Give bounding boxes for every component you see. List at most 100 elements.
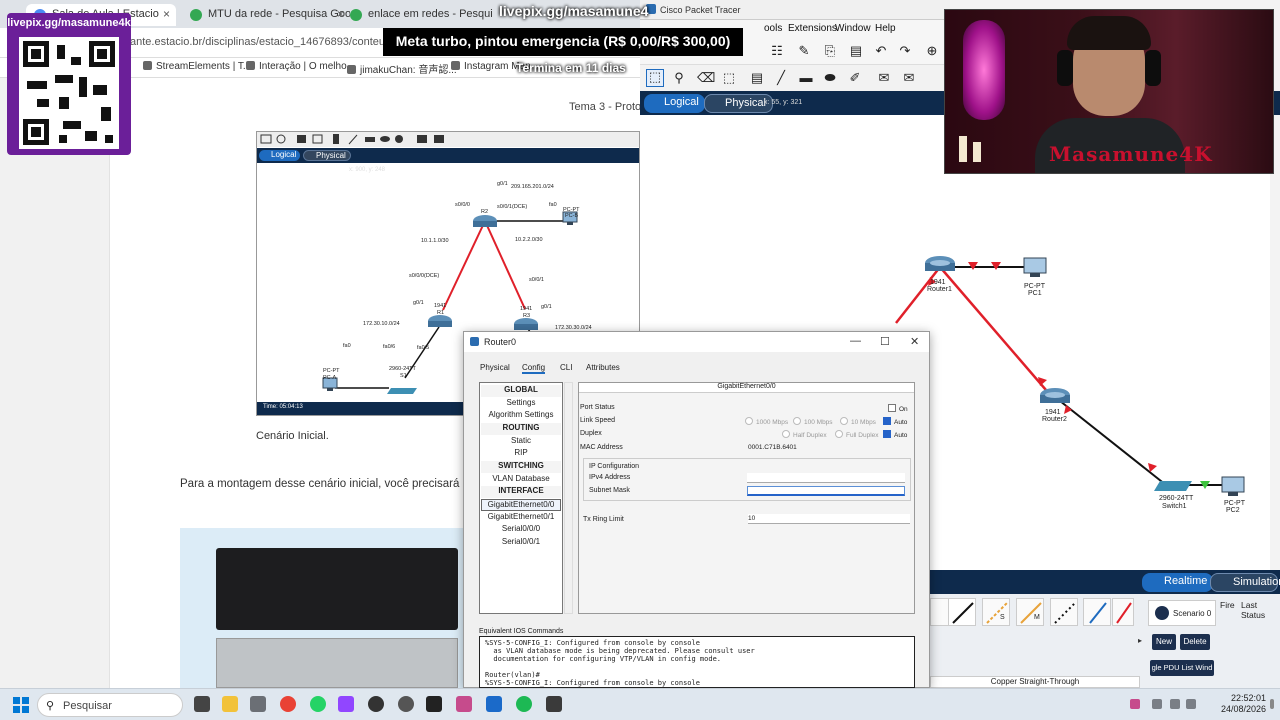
ios-commands-console[interactable]: %SYS-5-CONFIG_I: Configured from console… [479, 636, 915, 688]
nav-settings[interactable]: Settings [481, 398, 561, 410]
inspect-tool-icon[interactable]: ⚲ [672, 71, 686, 85]
speed-auto-checkbox[interactable]: Auto [883, 417, 907, 426]
spotify-icon[interactable] [516, 696, 532, 712]
undo-icon[interactable]: ↶ [874, 44, 888, 58]
browser-tab-mtu[interactable]: MTU da rede - Pesquisa Google × [182, 4, 350, 26]
nav-scrollbar[interactable] [564, 382, 573, 614]
github-icon[interactable] [398, 696, 414, 712]
nav-algorithm-settings[interactable]: Algorithm Settings [481, 410, 561, 422]
nav-vlan-database[interactable]: VLAN Database [481, 474, 561, 486]
livepix-url-overlay: livepix.gg/masamune4 [499, 3, 649, 19]
dialog-title: Router0 [484, 337, 517, 347]
draw-rectangle-icon[interactable]: ▬ [799, 71, 813, 85]
tab-physical[interactable]: Physical [480, 363, 510, 372]
taskbar-clock[interactable]: 22:52:01 24/08/2026 [1206, 693, 1266, 715]
bookmark-interacao[interactable]: Interação | O melho... [246, 61, 355, 72]
nav-rip[interactable]: RIP [481, 448, 561, 460]
bookmark-jimakuchan[interactable]: jimakuChan: 音声認... [347, 61, 457, 76]
app-icon[interactable] [546, 696, 562, 712]
select-tool-icon[interactable]: ⬚ [646, 69, 664, 87]
nav-gigabitethernet0-1[interactable]: GigabitEthernet0/1 [481, 512, 561, 524]
copper-cross-cable-icon[interactable]: S [982, 598, 1010, 626]
chrome-icon[interactable] [280, 696, 296, 712]
simple-pdu-icon[interactable]: ✉ [877, 71, 891, 85]
nav-gigabitethernet0-0[interactable]: GigabitEthernet0/0 [481, 499, 561, 511]
bookmark-streamelements[interactable]: StreamElements | T... [143, 61, 251, 72]
redo-icon[interactable]: ↷ [898, 44, 912, 58]
freeform-icon[interactable]: ✐ [848, 71, 862, 85]
whatsapp-icon[interactable] [310, 696, 326, 712]
ipv4-address-input[interactable] [747, 473, 905, 483]
close-tab-icon[interactable]: × [163, 7, 170, 21]
app-icon[interactable] [456, 696, 472, 712]
close-icon[interactable]: ✕ [910, 335, 919, 348]
tab-physical[interactable]: Physical [704, 94, 773, 113]
nav-static[interactable]: Static [481, 436, 561, 448]
nav-serial0-0-1[interactable]: Serial0/0/1 [481, 537, 561, 549]
delete-tool-icon[interactable]: ⌫ [697, 71, 715, 85]
resize-tool-icon[interactable]: ⬚ [722, 71, 736, 85]
wifi-icon[interactable] [1170, 699, 1180, 709]
terminal-icon[interactable] [426, 696, 442, 712]
menu-help[interactable]: Help [875, 23, 896, 34]
speed-10-radio[interactable]: 10 Mbps [840, 417, 876, 426]
simulation-mode-button[interactable]: Simulation [1210, 573, 1280, 592]
speed-1000-radio[interactable]: 1000 Mbps [745, 417, 788, 426]
draw-line-icon[interactable]: ╱ [774, 71, 788, 85]
tx-ring-limit-input[interactable]: 10 [748, 514, 910, 524]
obs-icon[interactable] [368, 696, 384, 712]
tab-cli[interactable]: CLI [560, 363, 572, 372]
tray-app-icon[interactable] [1130, 699, 1140, 709]
volume-icon[interactable] [1186, 699, 1196, 709]
file-explorer-icon[interactable] [222, 696, 238, 712]
nav-serial0-0-0[interactable]: Serial0/0/0 [481, 524, 561, 536]
embed-link-r1-r2 [442, 220, 486, 311]
full-duplex-radio[interactable]: Full Duplex [835, 430, 879, 439]
app-icon[interactable] [250, 696, 266, 712]
place-note-icon[interactable]: ▤ [750, 71, 764, 85]
tab-attributes[interactable]: Attributes [586, 363, 620, 372]
twitch-icon[interactable] [338, 696, 354, 712]
tab-config[interactable]: Config [522, 363, 546, 374]
tray-chevron-icon[interactable] [1152, 699, 1162, 709]
scenario-selector[interactable]: Scenario 0 [1148, 600, 1216, 626]
delete-scenario-button[interactable]: Delete [1180, 634, 1210, 650]
scroll-arrow-icon[interactable]: ▸ [1138, 636, 1142, 645]
speed-100-radio[interactable]: 100 Mbps [793, 417, 833, 426]
clock-time: 22:52:01 [1230, 693, 1266, 703]
duplex-auto-checkbox[interactable]: Auto [883, 430, 907, 439]
paste-icon[interactable]: ▤ [849, 44, 863, 58]
packet-tracer-icon[interactable] [486, 696, 502, 712]
copy-icon[interactable]: ⎘ [823, 44, 837, 58]
realtime-mode-button[interactable]: Realtime [1142, 573, 1214, 592]
activity-wizard-icon[interactable]: ✎ [797, 44, 811, 58]
minimize-icon[interactable]: — [850, 335, 861, 347]
browser-tab-enlace[interactable]: enlace em redes - Pesquisa Go [342, 4, 492, 26]
new-scenario-button[interactable]: New [1152, 634, 1176, 650]
port-status-checkbox[interactable]: On [888, 404, 908, 413]
menu-tools[interactable]: ools [764, 23, 782, 34]
tab-logical[interactable]: Logical [644, 94, 705, 113]
taskbar-search[interactable]: ⚲ Pesquisar [37, 693, 183, 717]
menu-extensions[interactable]: Extensions [788, 23, 837, 34]
subnet-mask-input[interactable] [747, 486, 905, 496]
windows-start-icon[interactable] [13, 697, 29, 713]
embed-router-r1 [428, 315, 452, 327]
network-info-icon[interactable]: ☷ [770, 44, 784, 58]
maximize-icon[interactable]: ☐ [880, 335, 890, 348]
coaxial-cable-icon[interactable] [1083, 598, 1111, 626]
menu-window[interactable]: Window [835, 23, 871, 34]
copper-straight-cable-icon[interactable] [948, 598, 976, 626]
pdu-list-window-button[interactable]: gle PDU List Wind [1150, 660, 1214, 676]
serial-dce-cable-icon[interactable] [1112, 598, 1134, 626]
complex-pdu-icon[interactable]: ✉ [902, 71, 916, 85]
fiber-cable-icon[interactable]: M [1016, 598, 1044, 626]
task-view-icon[interactable] [194, 696, 210, 712]
half-duplex-radio[interactable]: Half Duplex [782, 430, 827, 439]
speed-auto-label: Auto [894, 419, 908, 426]
phone-cable-icon[interactable] [1050, 598, 1078, 626]
draw-ellipse-icon[interactable]: ⬬ [823, 71, 837, 85]
zoom-in-icon[interactable]: ⊕ [925, 44, 939, 58]
embed-label: s0/0/0 [455, 202, 470, 208]
notifications-icon[interactable] [1270, 699, 1274, 709]
